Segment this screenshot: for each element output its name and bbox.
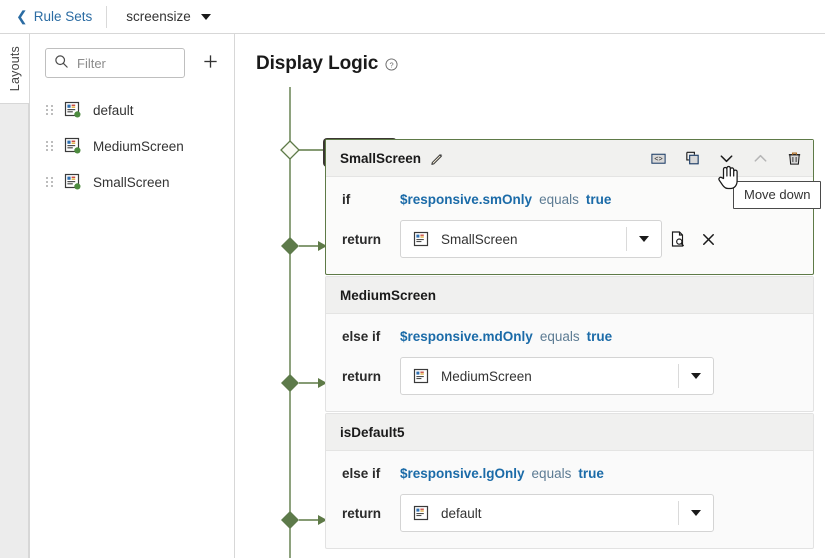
page-title-row: Display Logic ? — [236, 34, 825, 75]
rail-filler — [0, 104, 29, 558]
top-bar: ❮ Rule Sets screensize — [0, 0, 825, 34]
condition-value[interactable]: true — [578, 466, 604, 481]
layout-item-label: default — [93, 103, 134, 118]
return-row: return SmallScreen — [326, 207, 813, 258]
layout-icon — [413, 231, 429, 247]
rule-card-tools: <> — [648, 148, 804, 168]
pencil-icon[interactable] — [430, 151, 445, 166]
rule-card[interactable]: MediumScreen else if $responsive.mdOnly … — [325, 276, 814, 412]
tooltip-text: Move down — [744, 187, 810, 202]
back-to-rule-sets-link[interactable]: ❮ Rule Sets — [16, 9, 92, 24]
condition-attribute[interactable]: $responsive.mdOnly — [400, 329, 533, 344]
application-window: ❮ Rule Sets screensize Layouts — [0, 0, 825, 558]
condition-keyword: else if — [342, 466, 400, 481]
layout-icon — [413, 368, 429, 384]
duplicate-icon[interactable] — [682, 148, 702, 168]
rule-title: SmallScreen — [340, 151, 421, 166]
layout-icon — [64, 101, 82, 119]
rail-tab-label: Layouts — [8, 46, 22, 91]
add-layout-button[interactable] — [199, 52, 221, 74]
document-name: screensize — [126, 9, 191, 24]
flow-node-rule — [281, 374, 299, 392]
condition-keyword: if — [342, 192, 400, 207]
layout-list-item[interactable]: SmallScreen — [30, 164, 234, 200]
chevron-down-icon[interactable] — [201, 14, 211, 20]
return-value-select[interactable]: SmallScreen — [400, 220, 662, 258]
return-value-text: default — [441, 506, 678, 521]
search-icon — [54, 54, 69, 72]
drag-handle-icon[interactable] — [46, 177, 54, 187]
close-icon[interactable] — [694, 221, 722, 257]
condition-keyword: else if — [342, 329, 400, 344]
condition-operator: equals — [539, 192, 579, 207]
return-value-select[interactable]: default — [400, 494, 714, 532]
layouts-sidebar: default MediumScr — [30, 34, 235, 558]
drag-handle-icon[interactable] — [46, 105, 54, 115]
return-value-select[interactable]: MediumScreen — [400, 357, 714, 395]
back-link-label: Rule Sets — [34, 9, 93, 24]
toolbar-divider — [106, 6, 107, 28]
rule-title: MediumScreen — [340, 288, 436, 303]
layout-list: default MediumScr — [30, 92, 234, 200]
return-keyword: return — [342, 369, 400, 384]
rule-card-body: else if $responsive.lgOnly equals true r… — [326, 451, 813, 548]
drag-handle-icon[interactable] — [46, 141, 54, 151]
filter-input[interactable] — [77, 56, 181, 71]
condition-row: else if $responsive.mdOnly equals true — [326, 314, 813, 344]
chevron-down-icon[interactable] — [716, 148, 736, 168]
help-circle-icon[interactable]: ? — [385, 58, 398, 71]
condition-operator: equals — [540, 329, 580, 344]
rule-title: isDefault5 — [340, 425, 405, 440]
filter-row — [30, 34, 234, 78]
layout-list-item[interactable]: MediumScreen — [30, 128, 234, 164]
chevron-left-icon: ❮ — [16, 9, 28, 23]
flow-node-start — [281, 141, 299, 159]
chevron-down-icon[interactable] — [679, 495, 713, 531]
condition-attribute[interactable]: $responsive.smOnly — [400, 192, 532, 207]
tooltip-move-down: Move down — [733, 181, 821, 209]
chevron-up-icon — [750, 148, 770, 168]
return-row: return default — [326, 481, 813, 532]
return-keyword: return — [342, 232, 400, 247]
rule-card-header: MediumScreen — [326, 277, 813, 314]
flow-node-rule — [281, 237, 299, 255]
expression-icon[interactable]: <> — [648, 148, 668, 168]
trash-icon[interactable] — [784, 148, 804, 168]
condition-attribute[interactable]: $responsive.lgOnly — [400, 466, 525, 481]
plus-icon — [202, 53, 219, 73]
rail-tab-layouts[interactable]: Layouts — [0, 34, 29, 104]
chevron-down-icon[interactable] — [679, 358, 713, 394]
layout-item-label: SmallScreen — [93, 175, 170, 190]
svg-text:<>: <> — [654, 156, 663, 164]
left-rail: Layouts — [0, 34, 30, 558]
display-logic-canvas: Display Logic ? — [236, 34, 825, 558]
return-value-text: SmallScreen — [441, 232, 626, 247]
rule-card-body: else if $responsive.mdOnly equals true r… — [326, 314, 813, 411]
svg-text:?: ? — [390, 60, 394, 69]
condition-operator: equals — [532, 466, 572, 481]
layout-icon — [64, 137, 82, 155]
condition-value[interactable]: true — [587, 329, 613, 344]
rule-card-header: SmallScreen <> — [326, 140, 813, 177]
condition-value[interactable]: true — [586, 192, 612, 207]
rule-card-header: isDefault5 — [326, 414, 813, 451]
chevron-down-icon[interactable] — [627, 221, 661, 257]
layout-item-label: MediumScreen — [93, 139, 184, 154]
return-row: return MediumScreen — [326, 344, 813, 395]
inspect-document-icon[interactable] — [664, 221, 692, 257]
flow-node-rule — [281, 511, 299, 529]
condition-row: else if $responsive.lgOnly equals true — [326, 451, 813, 481]
layout-list-item[interactable]: default — [30, 92, 234, 128]
return-value-text: MediumScreen — [441, 369, 678, 384]
page-title: Display Logic — [256, 53, 378, 75]
rule-card[interactable]: isDefault5 else if $responsive.lgOnly eq… — [325, 413, 814, 549]
filter-box[interactable] — [45, 48, 185, 78]
layout-icon — [413, 505, 429, 521]
layout-icon — [64, 173, 82, 191]
return-keyword: return — [342, 506, 400, 521]
